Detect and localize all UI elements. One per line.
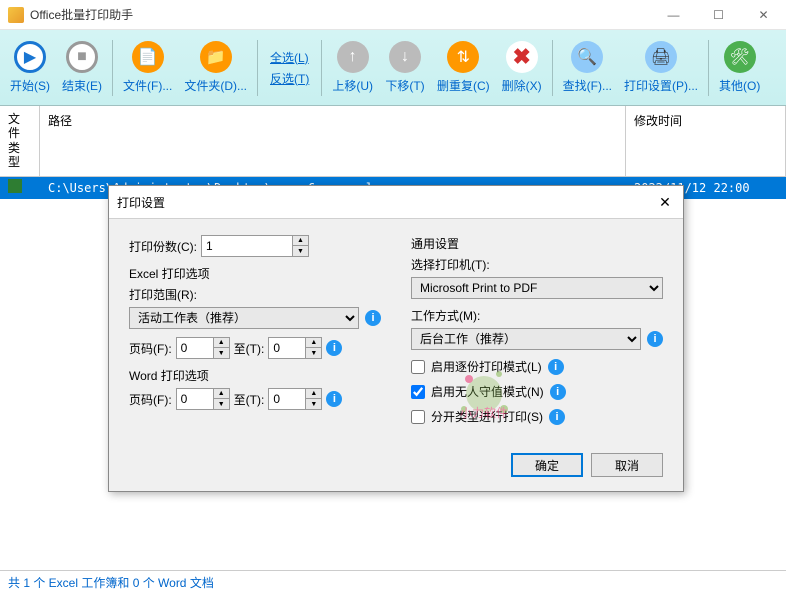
workmode-select[interactable]: 后台工作（推荐） bbox=[411, 328, 641, 350]
invert-selection-link[interactable]: 反选(T) bbox=[266, 68, 313, 89]
printer-label: 选择打印机(T): bbox=[411, 256, 663, 273]
range-label: 打印范围(R): bbox=[129, 286, 381, 303]
split-type-checkbox[interactable] bbox=[411, 410, 425, 424]
minimize-button[interactable]: — bbox=[651, 0, 696, 30]
copies-down[interactable]: ▼ bbox=[293, 246, 308, 256]
print-settings-button[interactable]: 🖨 打印设置(P)... bbox=[618, 37, 704, 98]
page-to-label: 至(T): bbox=[234, 340, 265, 357]
window-title: Office批量打印助手 bbox=[30, 6, 651, 23]
copies-label: 打印份数(C): bbox=[129, 238, 197, 255]
info-icon[interactable]: i bbox=[550, 384, 566, 400]
ok-button[interactable]: 确定 bbox=[511, 453, 583, 477]
info-icon[interactable]: i bbox=[365, 310, 381, 326]
move-up-button[interactable]: ↑ 上移(U) bbox=[326, 37, 379, 98]
page-to-input[interactable] bbox=[269, 338, 305, 358]
col-path[interactable]: 路径 bbox=[40, 106, 626, 176]
dialog-close-button[interactable]: ✕ bbox=[655, 192, 675, 212]
printer-select[interactable]: Microsoft Print to PDF bbox=[411, 277, 663, 299]
copies-up[interactable]: ▲ bbox=[293, 236, 308, 246]
end-button[interactable]: ■ 结束(E) bbox=[56, 37, 108, 98]
start-button[interactable]: ▶ 开始(S) bbox=[4, 37, 56, 98]
tools-icon: 🛠 bbox=[724, 41, 756, 73]
range-select[interactable]: 活动工作表（推荐） bbox=[129, 307, 359, 329]
excel-icon bbox=[8, 179, 22, 193]
info-icon[interactable]: i bbox=[548, 359, 564, 375]
col-type[interactable]: 文件 类型 bbox=[0, 106, 40, 176]
stop-icon: ■ bbox=[66, 41, 98, 73]
other-button[interactable]: 🛠 其他(O) bbox=[713, 37, 766, 98]
wpage-from-label: 页码(F): bbox=[129, 391, 172, 408]
dedup-icon: ⇅ bbox=[447, 41, 479, 73]
folder-button[interactable]: 📁 文件夹(D)... bbox=[178, 37, 253, 98]
excel-group-label: Excel 打印选项 bbox=[129, 265, 381, 282]
close-button[interactable]: ✕ bbox=[741, 0, 786, 30]
info-icon[interactable]: i bbox=[647, 331, 663, 347]
toolbar: ▶ 开始(S) ■ 结束(E) 📄 文件(F)... 📁 文件夹(D)... 全… bbox=[0, 30, 786, 106]
statusbar: 共 1 个 Excel 工作簿和 0 个 Word 文档 bbox=[0, 570, 786, 594]
file-icon: 📄 bbox=[132, 41, 164, 73]
wpage-to-spinner[interactable]: ▲▼ bbox=[268, 388, 322, 410]
copies-spinner[interactable]: ▲▼ bbox=[201, 235, 309, 257]
play-icon: ▶ bbox=[14, 41, 46, 73]
col-time[interactable]: 修改时间 bbox=[626, 106, 786, 176]
status-text: 共 1 个 Excel 工作簿和 0 个 Word 文档 bbox=[8, 574, 214, 591]
wpage-to-input[interactable] bbox=[269, 389, 305, 409]
maximize-button[interactable]: ☐ bbox=[696, 0, 741, 30]
wpage-to-label: 至(T): bbox=[234, 391, 265, 408]
delete-button[interactable]: ✖ 删除(X) bbox=[496, 37, 548, 98]
arrow-down-icon: ↓ bbox=[389, 41, 421, 73]
workmode-label: 工作方式(M): bbox=[411, 307, 663, 324]
arrow-up-icon: ↑ bbox=[337, 41, 369, 73]
split-type-label: 分开类型进行打印(S) bbox=[431, 408, 543, 425]
unattended-checkbox[interactable] bbox=[411, 385, 425, 399]
common-group-label: 通用设置 bbox=[411, 235, 663, 252]
titlebar: Office批量打印助手 — ☐ ✕ bbox=[0, 0, 786, 30]
copy-mode-label: 启用逐份打印模式(L) bbox=[431, 358, 542, 375]
info-icon[interactable]: i bbox=[326, 391, 342, 407]
app-icon bbox=[8, 7, 24, 23]
wpage-from-spinner[interactable]: ▲▼ bbox=[176, 388, 230, 410]
word-group-label: Word 打印选项 bbox=[129, 367, 381, 384]
table-header: 文件 类型 路径 修改时间 bbox=[0, 106, 786, 177]
move-down-button[interactable]: ↓ 下移(T) bbox=[379, 37, 431, 98]
copy-mode-checkbox[interactable] bbox=[411, 360, 425, 374]
info-icon[interactable]: i bbox=[549, 409, 565, 425]
unattended-label: 启用无人守值模式(N) bbox=[431, 383, 544, 400]
print-settings-dialog: 打印设置 ✕ 小力软件 打印份数(C): ▲▼ Excel 打印选项 打印范围(… bbox=[108, 185, 684, 492]
find-button[interactable]: 🔍 查找(F)... bbox=[557, 37, 618, 98]
page-from-input[interactable] bbox=[177, 338, 213, 358]
info-icon[interactable]: i bbox=[326, 340, 342, 356]
delete-icon: ✖ bbox=[506, 41, 538, 73]
cancel-button[interactable]: 取消 bbox=[591, 453, 663, 477]
printer-icon: 🖨 bbox=[645, 41, 677, 73]
page-from-spinner[interactable]: ▲▼ bbox=[176, 337, 230, 359]
page-from-label: 页码(F): bbox=[129, 340, 172, 357]
copies-input[interactable] bbox=[202, 236, 292, 256]
dedup-button[interactable]: ⇅ 删重复(C) bbox=[431, 37, 496, 98]
dialog-title: 打印设置 bbox=[117, 194, 655, 211]
wpage-from-input[interactable] bbox=[177, 389, 213, 409]
file-button[interactable]: 📄 文件(F)... bbox=[117, 37, 178, 98]
folder-icon: 📁 bbox=[200, 41, 232, 73]
search-icon: 🔍 bbox=[571, 41, 603, 73]
page-to-spinner[interactable]: ▲▼ bbox=[268, 337, 322, 359]
select-all-link[interactable]: 全选(L) bbox=[266, 47, 313, 68]
